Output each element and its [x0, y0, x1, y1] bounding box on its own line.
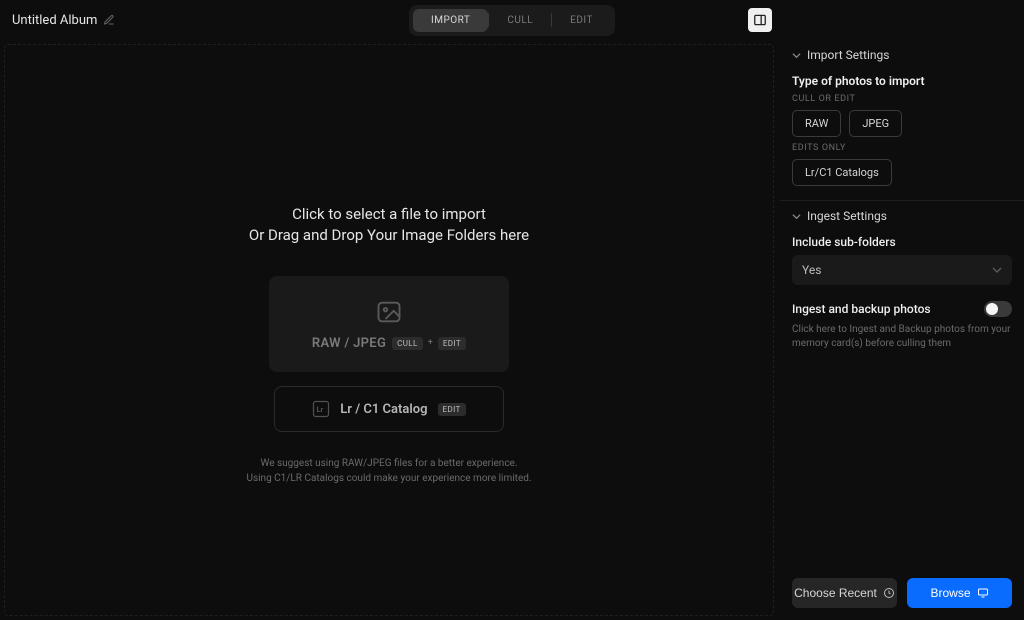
cull-or-edit-label: CULL OR EDIT: [792, 94, 1012, 104]
panel-icon: [753, 13, 767, 27]
select-value: Yes: [802, 263, 821, 277]
browse-button[interactable]: Browse: [907, 578, 1012, 608]
dropzone-label: RAW / JPEG: [312, 336, 386, 351]
chip-edit: EDIT: [438, 403, 466, 416]
chip-cull: CULL: [392, 337, 423, 350]
section-import-settings[interactable]: Import Settings: [792, 44, 1012, 66]
tab-cull[interactable]: CULL: [489, 9, 551, 32]
catalog-label: Lr / C1 Catalog: [340, 402, 427, 417]
pill-catalogs[interactable]: Lr/C1 Catalogs: [792, 159, 892, 186]
toggle-right-panel-button[interactable]: [748, 8, 772, 32]
browse-label: Browse: [930, 586, 970, 600]
ingest-backup-toggle[interactable]: [984, 301, 1012, 317]
image-icon: [375, 298, 403, 326]
tab-edit[interactable]: EDIT: [552, 9, 611, 32]
suggest-line-2: Using C1/LR Catalogs could make your exp…: [246, 471, 531, 486]
dropzone-catalog[interactable]: Lr Lr / C1 Catalog EDIT: [274, 386, 504, 432]
section-title: Import Settings: [807, 48, 889, 62]
ingest-backup-help: Click here to Ingest and Backup photos f…: [792, 323, 1012, 351]
choose-recent-button[interactable]: Choose Recent: [792, 578, 897, 608]
pill-raw[interactable]: RAW: [792, 110, 841, 137]
instruction-line-2: Or Drag and Drop Your Image Folders here: [249, 226, 529, 244]
edit-icon: [103, 14, 115, 26]
svg-text:Lr: Lr: [317, 405, 324, 414]
section-ingest-settings[interactable]: Ingest Settings: [792, 205, 1012, 227]
monitor-icon: [977, 587, 989, 599]
clock-icon: [883, 587, 895, 599]
include-subfolders-label: Include sub-folders: [792, 235, 1012, 249]
right-panel: Import Settings Type of photos to import…: [780, 40, 1024, 620]
album-title[interactable]: Untitled Album: [12, 13, 115, 28]
dropzone-chips: CULL + EDIT: [392, 337, 466, 350]
toggle-knob: [986, 303, 998, 315]
chip-edit: EDIT: [438, 337, 466, 350]
instruction-line-1: Click to select a file to import: [292, 205, 486, 223]
album-title-text: Untitled Album: [12, 13, 97, 28]
chevron-down-icon: [792, 51, 801, 60]
choose-recent-label: Choose Recent: [794, 586, 877, 600]
tab-import[interactable]: IMPORT: [413, 9, 488, 32]
chevron-down-icon: [792, 212, 801, 221]
include-subfolders-select[interactable]: Yes: [792, 255, 1012, 285]
suggest-line-1: We suggest using RAW/JPEG files for a be…: [246, 456, 531, 471]
lightroom-icon: Lr: [312, 400, 330, 418]
chip-plus: +: [427, 338, 434, 348]
import-canvas[interactable]: Click to select a file to import Or Drag…: [4, 44, 774, 616]
section-divider: [780, 200, 1024, 201]
mode-switcher: IMPORT CULL EDIT: [409, 5, 615, 36]
edits-only-label: EDITS ONLY: [792, 143, 1012, 153]
pill-jpeg[interactable]: JPEG: [849, 110, 902, 137]
dropzone-raw-jpeg[interactable]: RAW / JPEG CULL + EDIT: [269, 276, 509, 372]
chevron-down-icon: [992, 265, 1002, 275]
ingest-backup-label: Ingest and backup photos: [792, 302, 931, 316]
section-title: Ingest Settings: [807, 209, 887, 223]
type-of-photos-label: Type of photos to import: [792, 74, 1012, 88]
